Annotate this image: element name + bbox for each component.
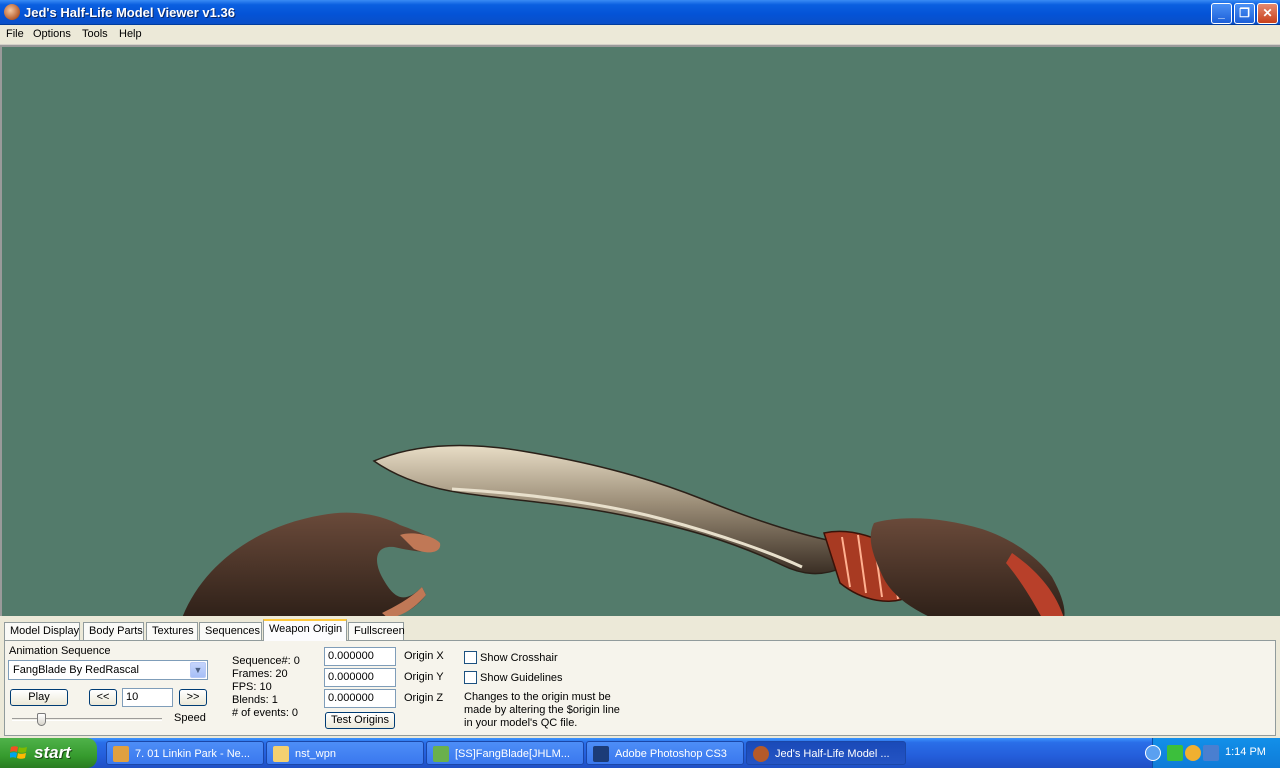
play-button[interactable]: Play xyxy=(10,689,68,706)
display-icon[interactable] xyxy=(1203,745,1219,761)
chevron-down-icon[interactable]: ▼ xyxy=(190,662,206,678)
control-panel: Model Display Body Parts Textures Sequen… xyxy=(0,616,1280,738)
show-guidelines-checkbox[interactable] xyxy=(464,671,477,684)
origin-note-line1: Changes to the origin must be xyxy=(464,691,611,703)
minimize-button[interactable]: _ xyxy=(1211,3,1232,24)
network-icon[interactable] xyxy=(1167,745,1183,761)
tab-body-parts[interactable]: Body Parts xyxy=(83,622,144,640)
start-button[interactable]: start xyxy=(0,738,97,768)
origin-z-input[interactable]: 0.000000 xyxy=(324,689,396,708)
show-crosshair-checkbox[interactable] xyxy=(464,651,477,664)
menu-options[interactable]: Options xyxy=(33,28,71,40)
restore-button[interactable]: ❐ xyxy=(1234,3,1255,24)
speed-label: Speed xyxy=(174,712,206,724)
task-label: Jed's Half-Life Model ... xyxy=(775,748,890,760)
windows-logo-icon xyxy=(10,746,27,759)
clock: 1:14 PM xyxy=(1225,746,1266,758)
taskbar: start 7. 01 Linkin Park - Ne... nst_wpn … xyxy=(0,738,1280,768)
test-origins-button[interactable]: Test Origins xyxy=(325,712,395,729)
animation-sequence-select[interactable]: FangBlade By RedRascal ▼ xyxy=(8,660,208,680)
menu-help[interactable]: Help xyxy=(119,28,142,40)
window-title: Jed's Half-Life Model Viewer v1.36 xyxy=(24,5,235,20)
origin-y-label: Origin Y xyxy=(404,671,444,683)
origin-z-label: Origin Z xyxy=(404,692,444,704)
left-glove xyxy=(182,512,441,616)
menu-file[interactable]: File xyxy=(6,28,24,40)
winamp-icon xyxy=(113,746,129,762)
frame-input[interactable]: 10 xyxy=(122,688,173,707)
system-tray: 1:14 PM xyxy=(1145,738,1280,768)
title-bar: Jed's Half-Life Model Viewer v1.36 _ ❐ ✕ xyxy=(0,0,1280,25)
show-guidelines-label: Show Guidelines xyxy=(480,672,563,684)
task-label: nst_wpn xyxy=(295,748,336,760)
blends-value: Blends: 1 xyxy=(232,694,278,706)
origin-x-label: Origin X xyxy=(404,650,444,662)
menu-bar: File Options Tools Help xyxy=(0,25,1280,45)
animation-sequence-label: Animation Sequence xyxy=(9,645,111,657)
task-image[interactable]: [SS]FangBlade[JHLM... xyxy=(426,741,584,765)
origin-note-line3: in your model's QC file. xyxy=(464,717,578,729)
model-viewport[interactable] xyxy=(0,45,1280,616)
frames-count: Frames: 20 xyxy=(232,668,288,680)
tab-textures[interactable]: Textures xyxy=(146,622,198,640)
fang-blade xyxy=(372,444,845,575)
app-icon[interactable] xyxy=(4,4,20,20)
tab-weapon-origin[interactable]: Weapon Origin xyxy=(263,619,347,641)
image-icon xyxy=(433,746,449,762)
right-glove xyxy=(870,518,1065,616)
tab-sequences[interactable]: Sequences xyxy=(199,622,262,640)
photoshop-icon xyxy=(593,746,609,762)
sequence-number: Sequence#: 0 xyxy=(232,655,300,667)
chevron-left-icon[interactable] xyxy=(1145,745,1161,761)
task-label: Adobe Photoshop CS3 xyxy=(615,748,727,760)
task-label: [SS]FangBlade[JHLM... xyxy=(455,748,570,760)
tab-fullscreen[interactable]: Fullscreen xyxy=(348,622,405,640)
origin-y-input[interactable]: 0.000000 xyxy=(324,668,396,687)
update-icon[interactable] xyxy=(1185,745,1201,761)
origin-note-line2: made by altering the $origin line xyxy=(464,704,620,716)
start-label: start xyxy=(34,743,71,762)
tab-model-display[interactable]: Model Display xyxy=(4,622,80,640)
task-winamp[interactable]: 7. 01 Linkin Park - Ne... xyxy=(106,741,264,765)
menu-tools[interactable]: Tools xyxy=(82,28,108,40)
hlmv-icon xyxy=(753,746,769,762)
animation-sequence-value: FangBlade By RedRascal xyxy=(13,664,139,676)
close-button[interactable]: ✕ xyxy=(1257,3,1278,24)
speed-slider-track[interactable] xyxy=(12,718,162,721)
task-label: 7. 01 Linkin Park - Ne... xyxy=(135,748,250,760)
task-photoshop[interactable]: Adobe Photoshop CS3 xyxy=(586,741,744,765)
show-crosshair-label: Show Crosshair xyxy=(480,652,558,664)
task-hlmv[interactable]: Jed's Half-Life Model ... xyxy=(746,741,906,765)
task-folder[interactable]: nst_wpn xyxy=(266,741,424,765)
speed-slider-thumb[interactable] xyxy=(37,713,46,726)
next-frame-button[interactable]: >> xyxy=(179,689,207,706)
fps-value: FPS: 10 xyxy=(232,681,272,693)
model-render xyxy=(182,444,1065,616)
origin-x-input[interactable]: 0.000000 xyxy=(324,647,396,666)
folder-icon xyxy=(273,746,289,762)
prev-frame-button[interactable]: << xyxy=(89,689,117,706)
events-count: # of events: 0 xyxy=(232,707,299,719)
